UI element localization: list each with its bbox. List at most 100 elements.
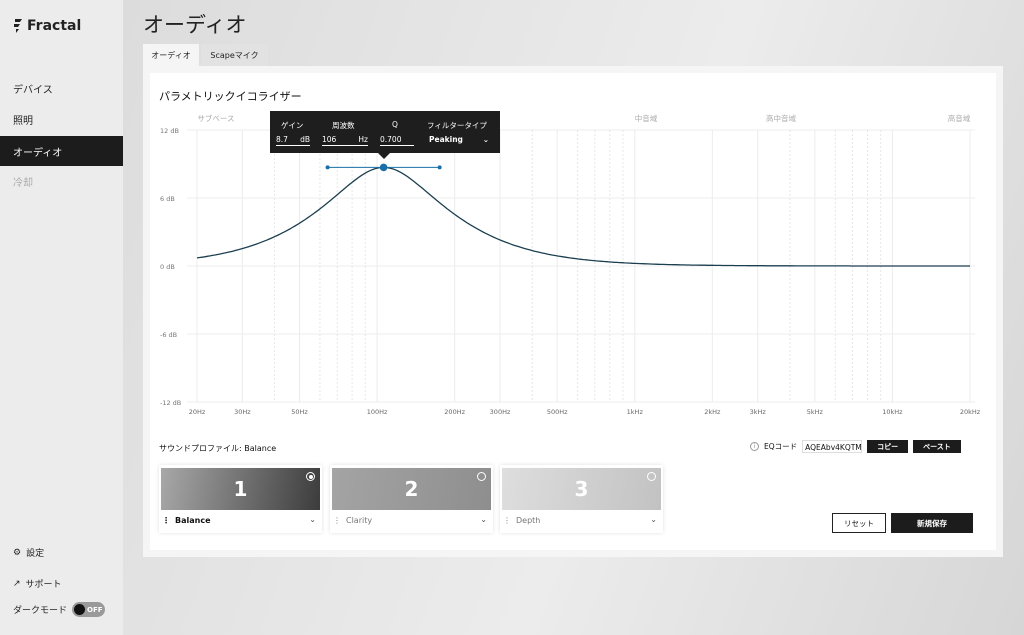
eq-curve (196, 166, 970, 267)
toggle-knob (74, 604, 86, 615)
eq-card: パラメトリックイコライザー 12 dB 6 dB 0 dB -6 dB -12 dB 20… (150, 73, 996, 550)
chevron-down-icon[interactable]: ⌄ (480, 515, 487, 524)
preset-thumb: 2 (332, 468, 491, 510)
x-tick-label: 1kHz (627, 408, 644, 416)
copy-button[interactable]: コピー (867, 440, 909, 453)
reset-button[interactable]: リセット (832, 513, 886, 533)
sound-profile: サウンドプロファイル: Balance (159, 443, 276, 454)
dark-mode-label: ダークモード (13, 606, 68, 616)
preset-card-3[interactable]: 3 ⋮ Depth ⌄ (500, 465, 663, 533)
tab-scape-mic[interactable]: Scapeマイク (201, 44, 268, 67)
preset-label: ⋮ Depth (503, 516, 658, 525)
brand-name: Fractal (27, 18, 82, 34)
y-tick-label: -12 dB (160, 399, 181, 407)
dark-mode-toggle[interactable]: OFF (72, 602, 106, 617)
sidebar-item-audio[interactable]: オーディオ (0, 136, 123, 166)
fractal-logo-icon (14, 19, 22, 33)
drag-handle-icon[interactable]: ⋮ (162, 516, 170, 525)
save-new-button[interactable]: 新規保存 (891, 513, 973, 533)
q-handle-right[interactable] (437, 165, 442, 170)
band-tooltip: ゲイン 8.7 dB 周波数 106 Hz Q 0.700 フィルタータイプ Pea… (270, 111, 500, 153)
x-tick-label: 20Hz (189, 408, 206, 416)
preset-label: ⋮ Balance (162, 516, 317, 525)
x-tick-label: 2kHz (704, 408, 721, 416)
x-tick-label: 5kHz (807, 408, 824, 416)
profile-label: サウンドプロファイル: (159, 444, 242, 453)
x-tick-label: 500Hz (547, 408, 568, 416)
preset-name: Clarity (346, 516, 373, 525)
chevron-down-icon[interactable]: ⌄ (309, 515, 316, 524)
dark-mode-row: ダークモード OFF (13, 602, 106, 617)
tab-audio[interactable]: オーディオ (143, 44, 199, 67)
gear-icon: ⚙ (13, 547, 22, 558)
filter-type-value: Peaking (429, 135, 463, 144)
band-label: サブベース (197, 113, 234, 123)
tooltip-arrow (378, 153, 390, 159)
x-tick-label: 10kHz (882, 408, 903, 416)
preset-number: 3 (574, 477, 589, 501)
drag-handle-icon[interactable]: ⋮ (503, 516, 511, 525)
sidebar-item-lighting[interactable]: 照明 (0, 104, 123, 134)
preset-number: 1 (233, 477, 248, 501)
page-title: オーディオ (143, 13, 247, 37)
y-tick-label: 12 dB (160, 127, 179, 135)
freq-unit: Hz (358, 135, 368, 144)
audio-panel: パラメトリックイコライザー 12 dB 6 dB 0 dB -6 dB -12 dB 20… (143, 66, 1003, 557)
preset-label: ⋮ Clarity (333, 516, 488, 525)
toggle-state: OFF (87, 605, 103, 614)
preset-name: Balance (175, 516, 211, 525)
preset-number: 2 (404, 477, 419, 501)
x-tick-label: 300Hz (490, 408, 511, 416)
preset-name: Depth (516, 516, 541, 525)
brand-logo: Fractal (13, 18, 81, 34)
filter-type-select[interactable]: Peaking ⌄ (429, 135, 489, 144)
gain-unit: dB (300, 135, 310, 144)
settings-link[interactable]: ⚙ 設定 (13, 546, 45, 560)
x-tick-label: 100Hz (367, 408, 388, 416)
preset-radio-selected[interactable] (306, 472, 315, 481)
q-value: 0.700 (380, 135, 402, 144)
support-label: サポート (25, 580, 62, 590)
y-tick-label: 6 dB (160, 195, 175, 203)
freq-label: 周波数 (332, 121, 355, 130)
support-link[interactable]: ↗ サポート (13, 577, 62, 591)
paste-button[interactable]: ペースト (913, 440, 961, 453)
chevron-down-icon: ⌄ (482, 135, 489, 144)
x-tick-label: 50Hz (291, 408, 308, 416)
y-tick-label: -6 dB (160, 331, 177, 339)
gain-input[interactable]: 8.7 dB (276, 135, 310, 146)
external-link-icon: ↗ (13, 578, 21, 589)
preset-radio[interactable] (647, 472, 656, 481)
preset-radio[interactable] (477, 472, 486, 481)
eq-code-input[interactable]: AQEAbv4KQTM (802, 440, 863, 453)
x-tick-label: 3kHz (750, 408, 767, 416)
band-handle[interactable] (379, 163, 388, 172)
q-input[interactable]: 0.700 (380, 135, 414, 146)
settings-label: 設定 (26, 549, 45, 559)
sidebar-item-devices[interactable]: デバイス (0, 73, 123, 103)
preset-card-1[interactable]: 1 ⋮ Balance ⌄ (159, 465, 322, 533)
drag-handle-icon[interactable]: ⋮ (333, 516, 341, 525)
info-icon[interactable]: i (750, 442, 759, 451)
eq-code-row: i EQコード AQEAbv4KQTM コピー ペースト (750, 440, 961, 453)
gain-label: ゲイン (281, 121, 304, 130)
sidebar-item-cooling[interactable]: 冷却 (0, 166, 123, 196)
band-label: 高中音域 (766, 113, 796, 123)
preset-card-2[interactable]: 2 ⋮ Clarity ⌄ (330, 465, 493, 533)
q-label: Q (392, 120, 398, 129)
x-tick-label: 200Hz (444, 408, 465, 416)
y-tick-label: 0 dB (160, 263, 175, 271)
profile-name: Balance (244, 444, 277, 453)
band-label: 中音域 (635, 113, 658, 123)
freq-input[interactable]: 106 Hz (322, 135, 368, 146)
preset-thumb: 1 (161, 468, 320, 510)
x-tick-label: 20kHz (960, 408, 981, 416)
band-label: 高音域 (948, 113, 971, 123)
preset-thumb: 3 (502, 468, 661, 510)
chevron-down-icon[interactable]: ⌄ (650, 515, 657, 524)
eq-code-label: EQコード (764, 442, 798, 451)
q-handle-left[interactable] (325, 165, 330, 170)
gain-value: 8.7 (276, 135, 288, 144)
filter-type-label: フィルタータイプ (427, 121, 487, 130)
x-tick-label: 30Hz (234, 408, 251, 416)
